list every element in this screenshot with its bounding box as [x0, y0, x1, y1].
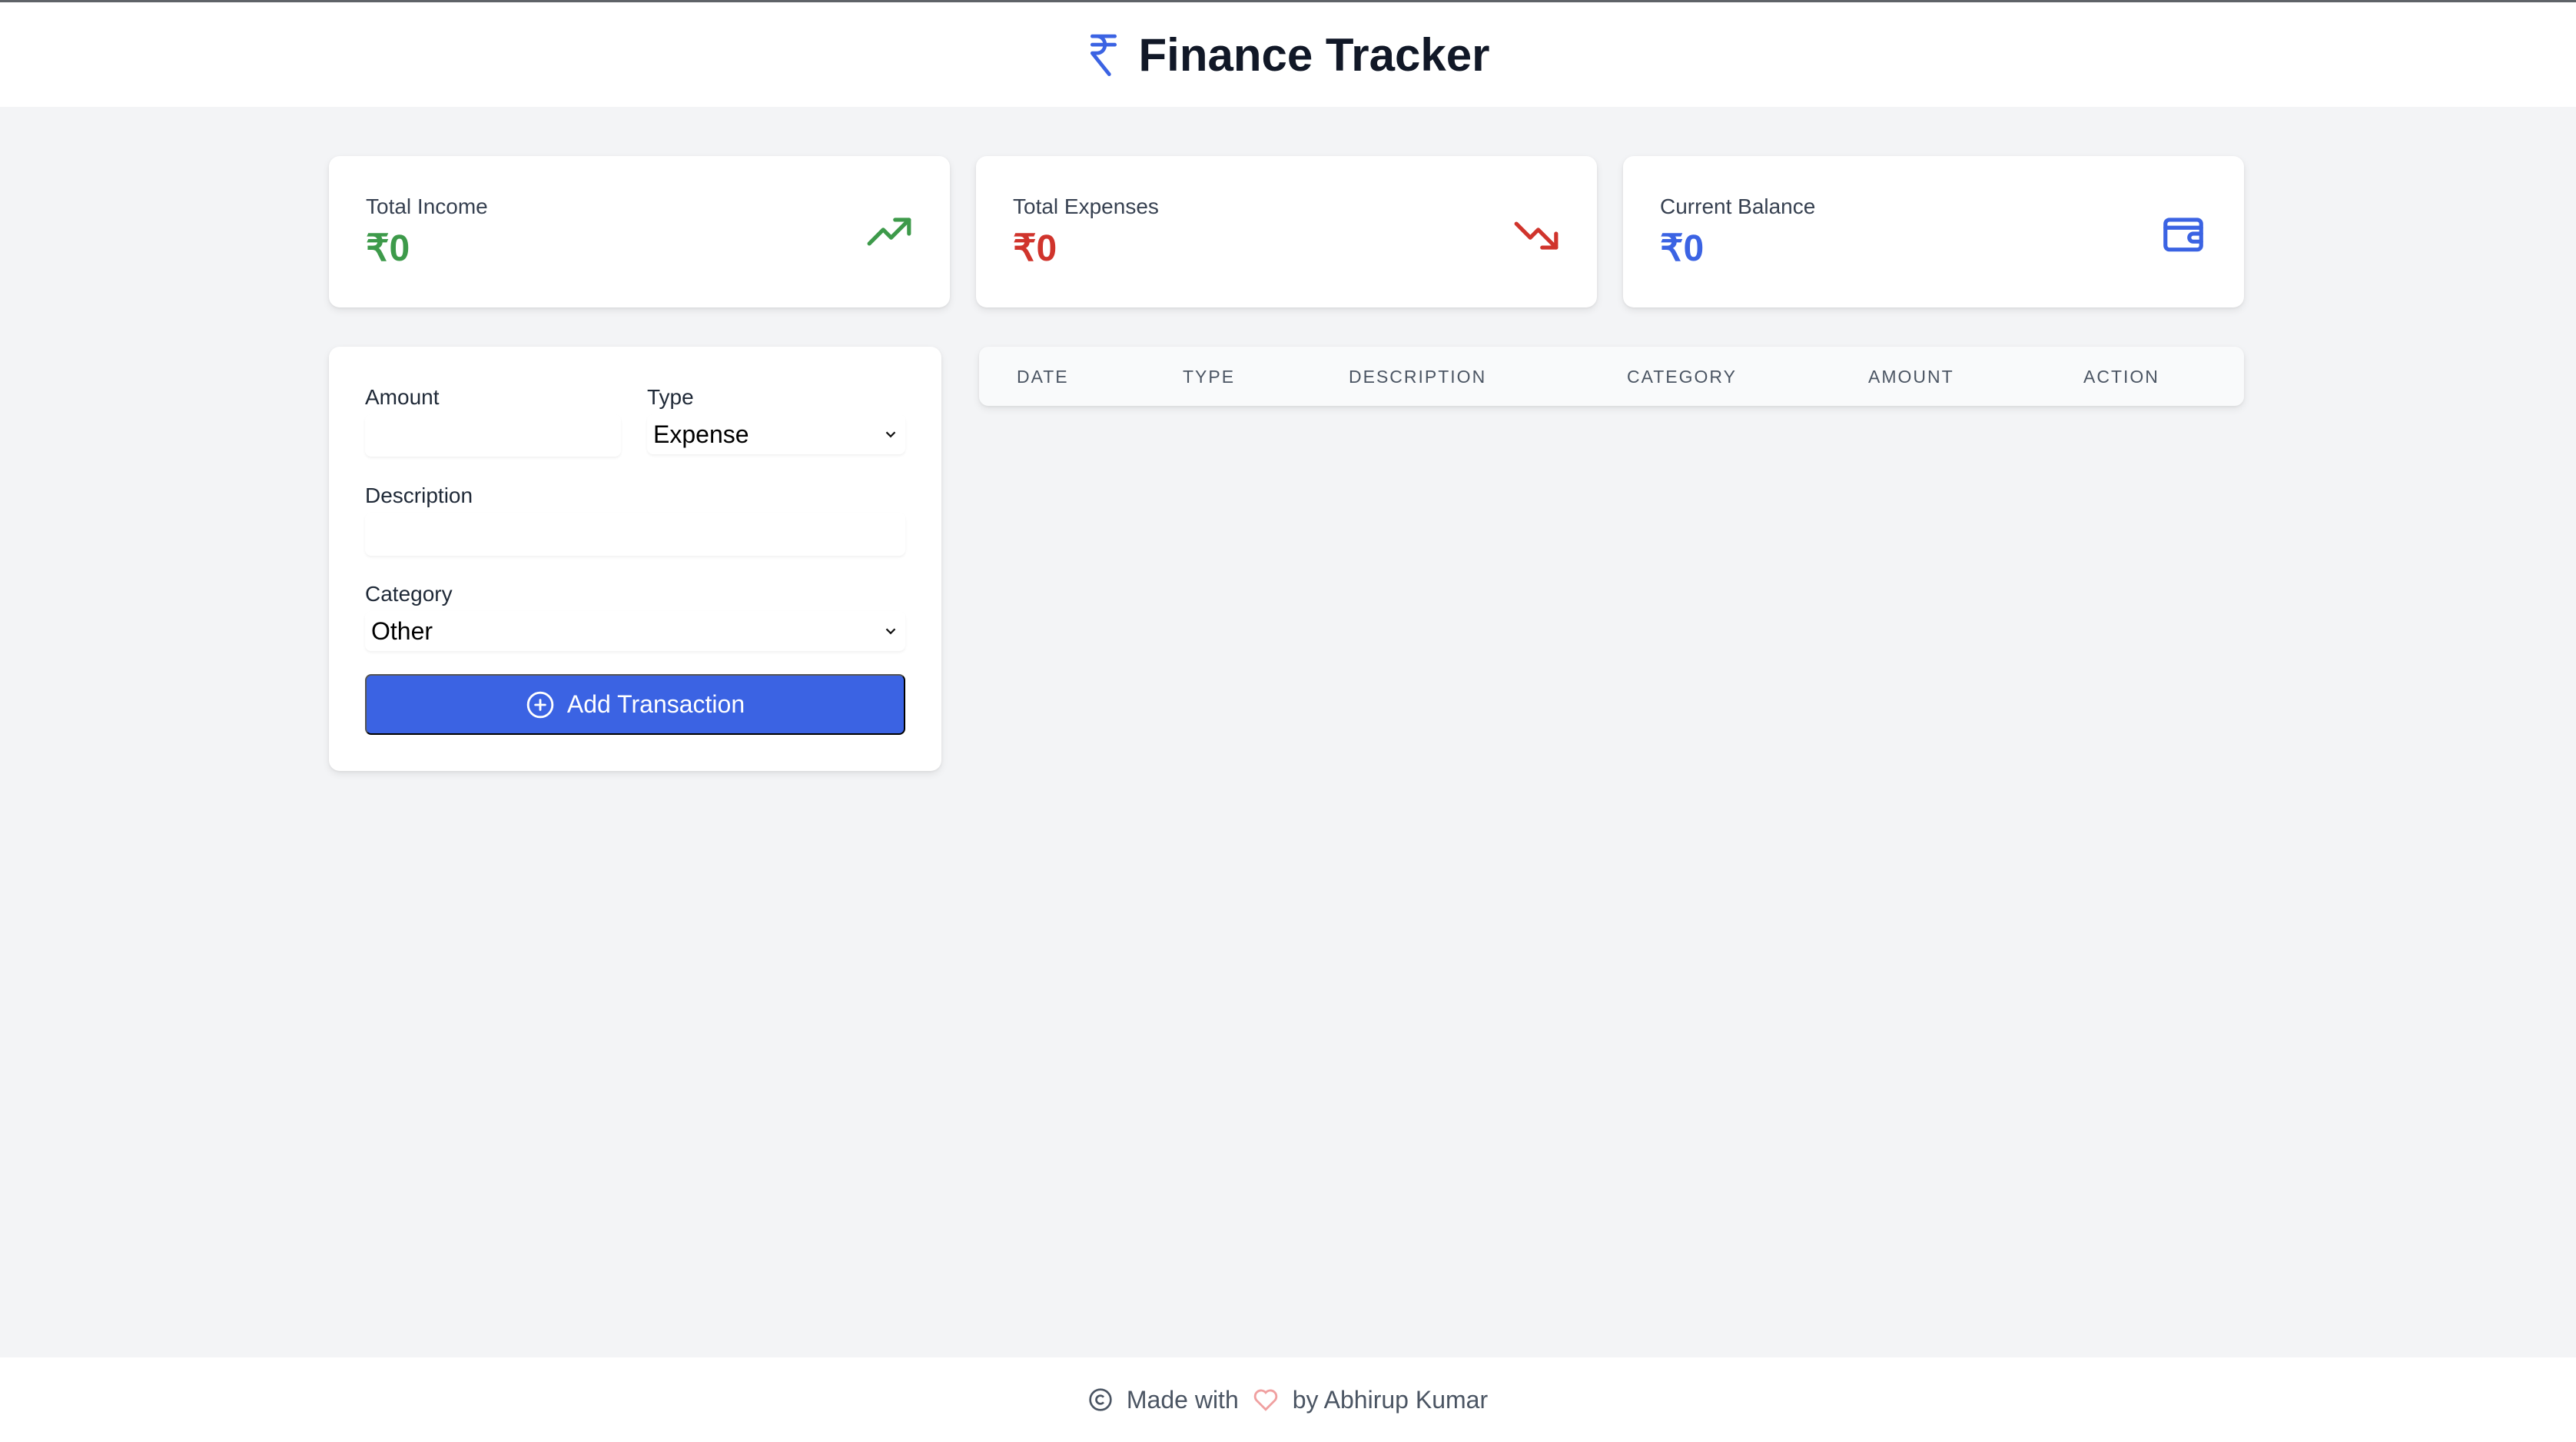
author-text: by Abhirup Kumar: [1292, 1385, 1489, 1414]
column-header-date: DATE: [1017, 367, 1069, 387]
stat-value: ₹0: [1013, 228, 1057, 269]
amount-label: Amount: [365, 385, 440, 409]
chevron-down-icon: [885, 431, 896, 438]
chevron-down-icon: [885, 628, 896, 635]
made-with-text: Made with: [1126, 1385, 1239, 1414]
category-select-value: Other: [371, 616, 433, 645]
stat-label: Total Expenses: [1013, 194, 1159, 218]
total-income-card: Total Income ₹0: [329, 156, 950, 307]
description-label: Description: [365, 483, 473, 507]
app-header: Finance Tracker: [0, 2, 2576, 107]
stat-label: Current Balance: [1660, 194, 1816, 218]
trending-down-icon: [1514, 221, 1559, 250]
column-header-amount: AMOUNT: [1868, 367, 1954, 387]
column-header-category: CATEGORY: [1627, 367, 1737, 387]
add-transaction-form: Amount Type Expense Description Category…: [329, 347, 941, 771]
amount-input[interactable]: [365, 414, 621, 457]
stat-value: ₹0: [366, 228, 410, 269]
transactions-table-header: DATE TYPE DESCRIPTION CATEGORY AMOUNT AC…: [979, 347, 2244, 406]
column-header-description: DESCRIPTION: [1349, 367, 1487, 387]
total-expenses-card: Total Expenses ₹0: [976, 156, 1597, 307]
plus-circle-icon: [526, 691, 554, 718]
type-select-value: Expense: [653, 420, 749, 448]
trending-up-icon: [867, 218, 911, 246]
rupee-icon: [1090, 34, 1117, 77]
category-select[interactable]: Other: [365, 611, 905, 651]
wallet-icon: [2163, 218, 2203, 252]
column-header-action: ACTION: [2083, 367, 2159, 387]
copyright-icon: [1089, 1388, 1112, 1411]
category-label: Category: [365, 582, 453, 606]
type-select[interactable]: Expense: [647, 414, 905, 454]
stat-label: Total Income: [366, 194, 488, 218]
page-title: Finance Tracker: [1138, 28, 1490, 81]
heart-icon: [1253, 1389, 1277, 1411]
column-header-type: TYPE: [1183, 367, 1236, 387]
add-transaction-button[interactable]: Add Transaction: [365, 674, 905, 735]
current-balance-card: Current Balance ₹0: [1623, 156, 2244, 307]
type-label: Type: [647, 385, 694, 409]
description-input[interactable]: [365, 513, 905, 556]
add-transaction-label: Add Transaction: [566, 690, 745, 718]
stat-value: ₹0: [1660, 228, 1705, 269]
footer: Made with by Abhirup Kumar: [0, 1357, 2576, 1442]
